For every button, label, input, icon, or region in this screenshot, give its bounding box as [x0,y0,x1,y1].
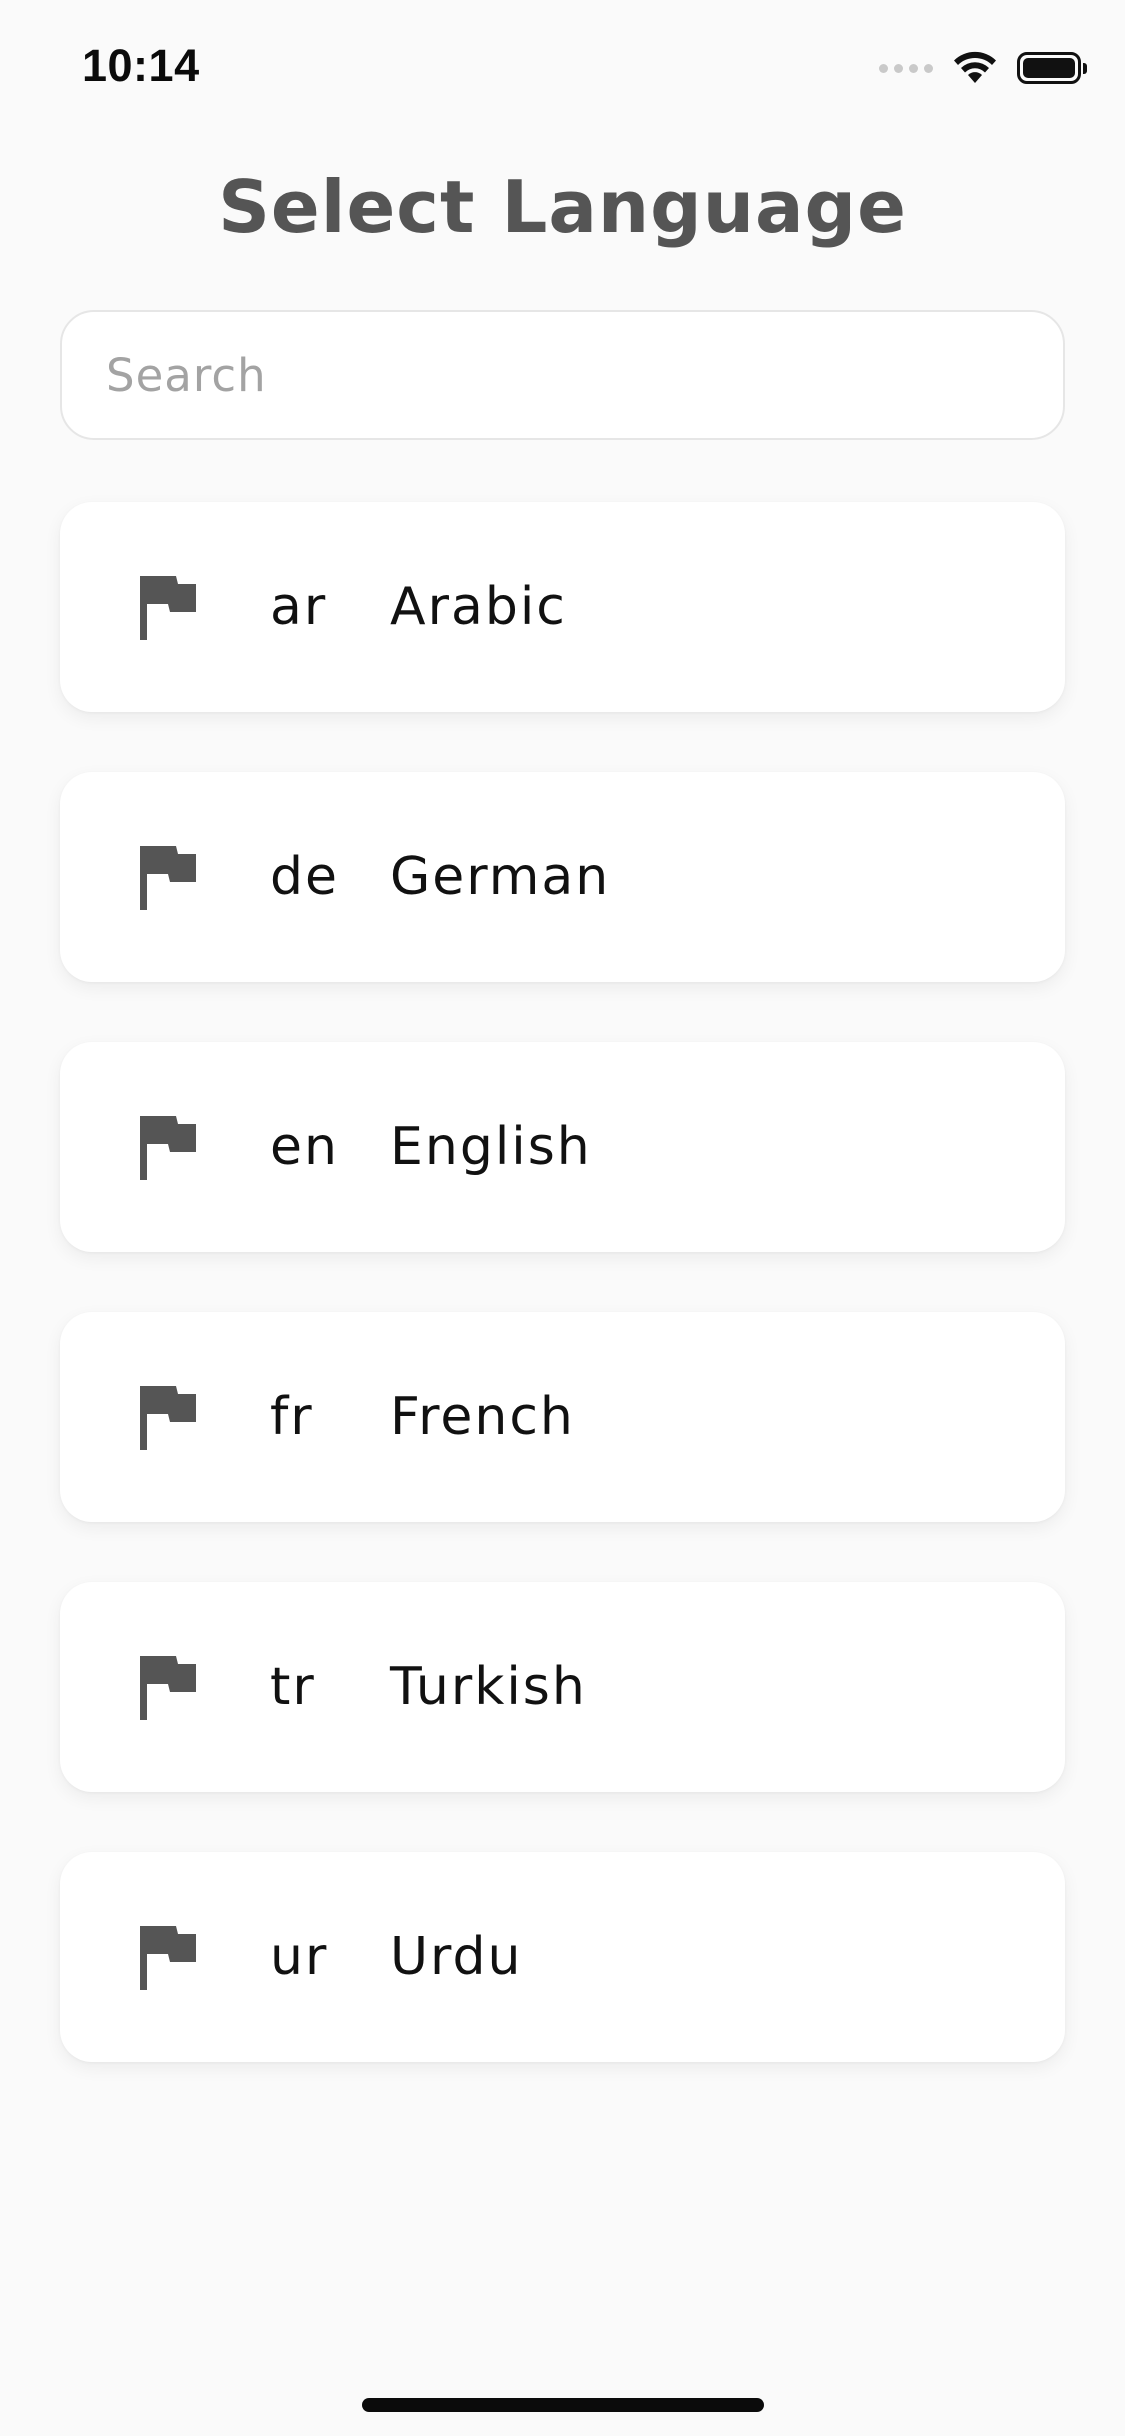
status-bar: 10:14 [0,0,1125,132]
language-name: Arabic [390,577,567,637]
flag-icon [140,846,196,910]
language-code: de [270,847,339,907]
language-code: ur [270,1927,329,1987]
language-item-tr[interactable]: tr Turkish [60,1582,1065,1792]
search-input[interactable] [60,310,1065,440]
status-time: 10:14 [82,40,200,91]
language-list: ar Arabic de German en English fr French… [60,502,1065,2122]
battery-icon [1017,52,1087,84]
status-icons [879,46,1087,90]
language-code: en [270,1117,339,1177]
language-code: tr [270,1657,316,1717]
language-name: Urdu [390,1927,523,1987]
language-code: ar [270,577,328,637]
flag-icon [140,1926,196,1990]
flag-icon [140,1656,196,1720]
language-name: German [390,847,611,907]
language-name: Turkish [390,1657,587,1717]
language-item-ur[interactable]: ur Urdu [60,1852,1065,2062]
language-name: English [390,1117,592,1177]
language-item-en[interactable]: en English [60,1042,1065,1252]
page-title: Select Language [218,165,907,249]
flag-icon [140,1116,196,1180]
flag-icon [140,1386,196,1450]
language-name: French [390,1387,575,1447]
flag-icon [140,576,196,640]
language-item-de[interactable]: de German [60,772,1065,982]
language-code: fr [270,1387,314,1447]
home-indicator[interactable] [362,2398,764,2412]
signal-icon [879,63,933,73]
language-item-ar[interactable]: ar Arabic [60,502,1065,712]
wifi-icon [954,51,996,83]
language-item-fr[interactable]: fr French [60,1312,1065,1522]
